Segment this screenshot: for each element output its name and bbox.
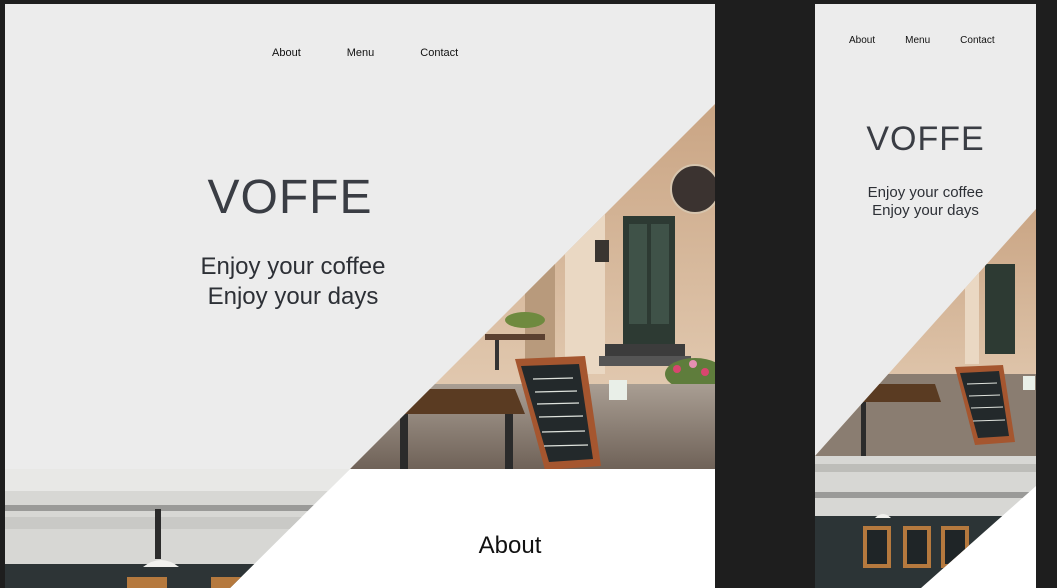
about-heading: About — [478, 532, 542, 559]
desktop-frame: About Menu Contact VOFFE Enjoy your coff… — [5, 4, 715, 588]
cafe-interior-photo — [5, 469, 715, 588]
mobile-cafe-interior-photo — [815, 456, 1036, 588]
mobile-frame: About Menu Contact VOFFE Enjoy your coff… — [815, 4, 1036, 588]
